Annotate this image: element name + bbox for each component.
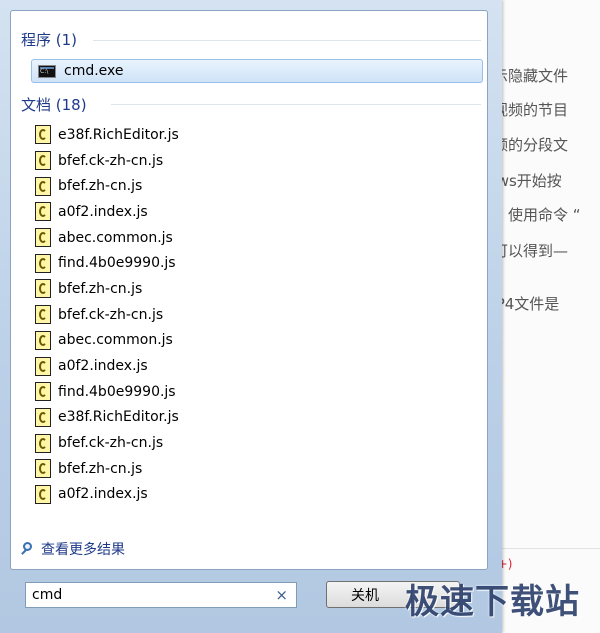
js-file-icon [35, 330, 51, 350]
js-file-icon [35, 459, 51, 479]
js-file-icon [35, 202, 51, 222]
document-item-label: abec.common.js [58, 229, 173, 246]
cmd-icon [38, 64, 56, 78]
search-box: × [25, 582, 297, 608]
bg-text-line: 使用命令 “ [508, 206, 581, 224]
see-more-results-link[interactable]: 查看更多结果 [21, 539, 125, 559]
js-file-icon [35, 407, 51, 427]
document-item-label: find.4b0e9990.js [58, 255, 176, 272]
bg-divider [488, 548, 600, 549]
document-item[interactable]: bfef.zh-cn.js [33, 173, 473, 199]
program-item-label: cmd.exe [64, 63, 124, 79]
document-item-label: bfef.zh-cn.js [58, 178, 143, 195]
js-file-icon [35, 151, 51, 171]
js-file-icon [35, 253, 51, 273]
document-item[interactable]: a0f2.index.js [33, 482, 473, 508]
document-item[interactable]: a0f2.index.js [33, 199, 473, 225]
document-item-label: bfef.ck-zh-cn.js [58, 306, 164, 323]
js-file-icon [35, 228, 51, 248]
programs-header: 程序 (1) [21, 30, 78, 49]
document-item-label: a0f2.index.js [58, 203, 148, 220]
document-item[interactable]: bfef.ck-zh-cn.js [33, 302, 473, 328]
search-input[interactable] [26, 584, 272, 606]
see-more-results-label: 查看更多结果 [41, 542, 125, 558]
clear-search-icon[interactable]: × [275, 586, 288, 604]
document-item[interactable]: e38f.RichEditor.js [33, 122, 473, 148]
document-item[interactable]: bfef.ck-zh-cn.js [33, 430, 473, 456]
js-file-icon [35, 176, 51, 196]
js-file-icon [35, 305, 51, 325]
js-file-icon [35, 433, 51, 453]
js-file-icon [35, 484, 51, 504]
search-icon [21, 541, 35, 557]
document-item[interactable]: a0f2.index.js [33, 353, 473, 379]
document-item-label: abec.common.js [58, 332, 173, 349]
document-item-label: bfef.zh-cn.js [58, 460, 143, 477]
document-item-label: a0f2.index.js [58, 358, 148, 375]
js-file-icon [35, 382, 51, 402]
document-item-label: a0f2.index.js [58, 486, 148, 503]
document-item[interactable]: find.4b0e9990.js [33, 379, 473, 405]
program-item-cmd[interactable]: cmd.exe [31, 59, 483, 83]
document-item[interactable]: bfef.ck-zh-cn.js [33, 148, 473, 174]
documents-header: 文档 (18) [21, 95, 87, 114]
document-item[interactable]: bfef.zh-cn.js [33, 456, 473, 482]
js-file-icon [35, 356, 51, 376]
document-item[interactable]: abec.common.js [33, 225, 473, 251]
document-item-label: bfef.ck-zh-cn.js [58, 435, 164, 452]
document-item[interactable]: bfef.zh-cn.js [33, 276, 473, 302]
documents-divider [111, 104, 481, 105]
documents-list: e38f.RichEditor.js bfef.ck-zh-cn.js bfef… [33, 122, 473, 507]
programs-divider [93, 40, 481, 41]
site-watermark: 极速下载站 [405, 582, 580, 622]
document-item[interactable]: abec.common.js [33, 328, 473, 354]
document-item[interactable]: e38f.RichEditor.js [33, 405, 473, 431]
start-menu: 程序 (1) cmd.exe 文档 (18) e38f.RichEditor.j… [0, 0, 502, 633]
document-item-label: bfef.ck-zh-cn.js [58, 152, 164, 169]
js-file-icon [35, 125, 51, 145]
document-item[interactable]: find.4b0e9990.js [33, 250, 473, 276]
shutdown-label: 关机 [351, 587, 379, 604]
search-results-panel: 程序 (1) cmd.exe 文档 (18) e38f.RichEditor.j… [10, 10, 488, 570]
document-item-label: bfef.zh-cn.js [58, 280, 143, 297]
document-item-label: e38f.RichEditor.js [58, 126, 179, 143]
document-item-label: e38f.RichEditor.js [58, 409, 179, 426]
js-file-icon [35, 279, 51, 299]
document-item-label: find.4b0e9990.js [58, 383, 176, 400]
